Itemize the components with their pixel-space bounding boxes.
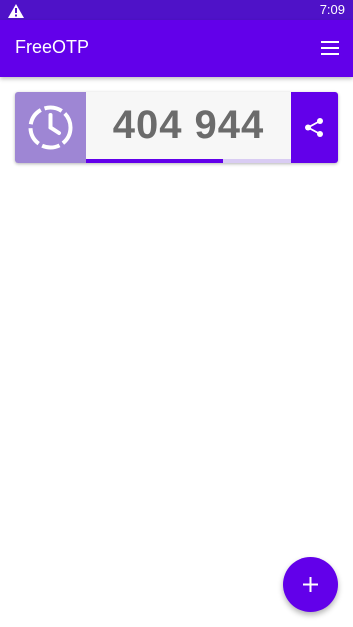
token-progress [86, 159, 291, 163]
token-image [15, 92, 86, 163]
share-icon [305, 118, 323, 137]
token-card[interactable]: 404 944 [15, 92, 338, 163]
add-token-button[interactable] [283, 557, 338, 612]
share-button[interactable] [291, 92, 338, 163]
status-time: 7:09 [319, 2, 345, 17]
warning-icon [8, 3, 24, 18]
menu-icon[interactable] [319, 38, 341, 58]
token-code: 404 944 [112, 103, 265, 147]
app-bar: FreeOTP [0, 20, 353, 77]
clock-icon [28, 105, 73, 150]
status-bar: 7:09 [0, 0, 353, 20]
app-title: FreeOTP [15, 37, 90, 57]
add-icon [303, 577, 318, 592]
token-progress-fill [86, 159, 224, 163]
